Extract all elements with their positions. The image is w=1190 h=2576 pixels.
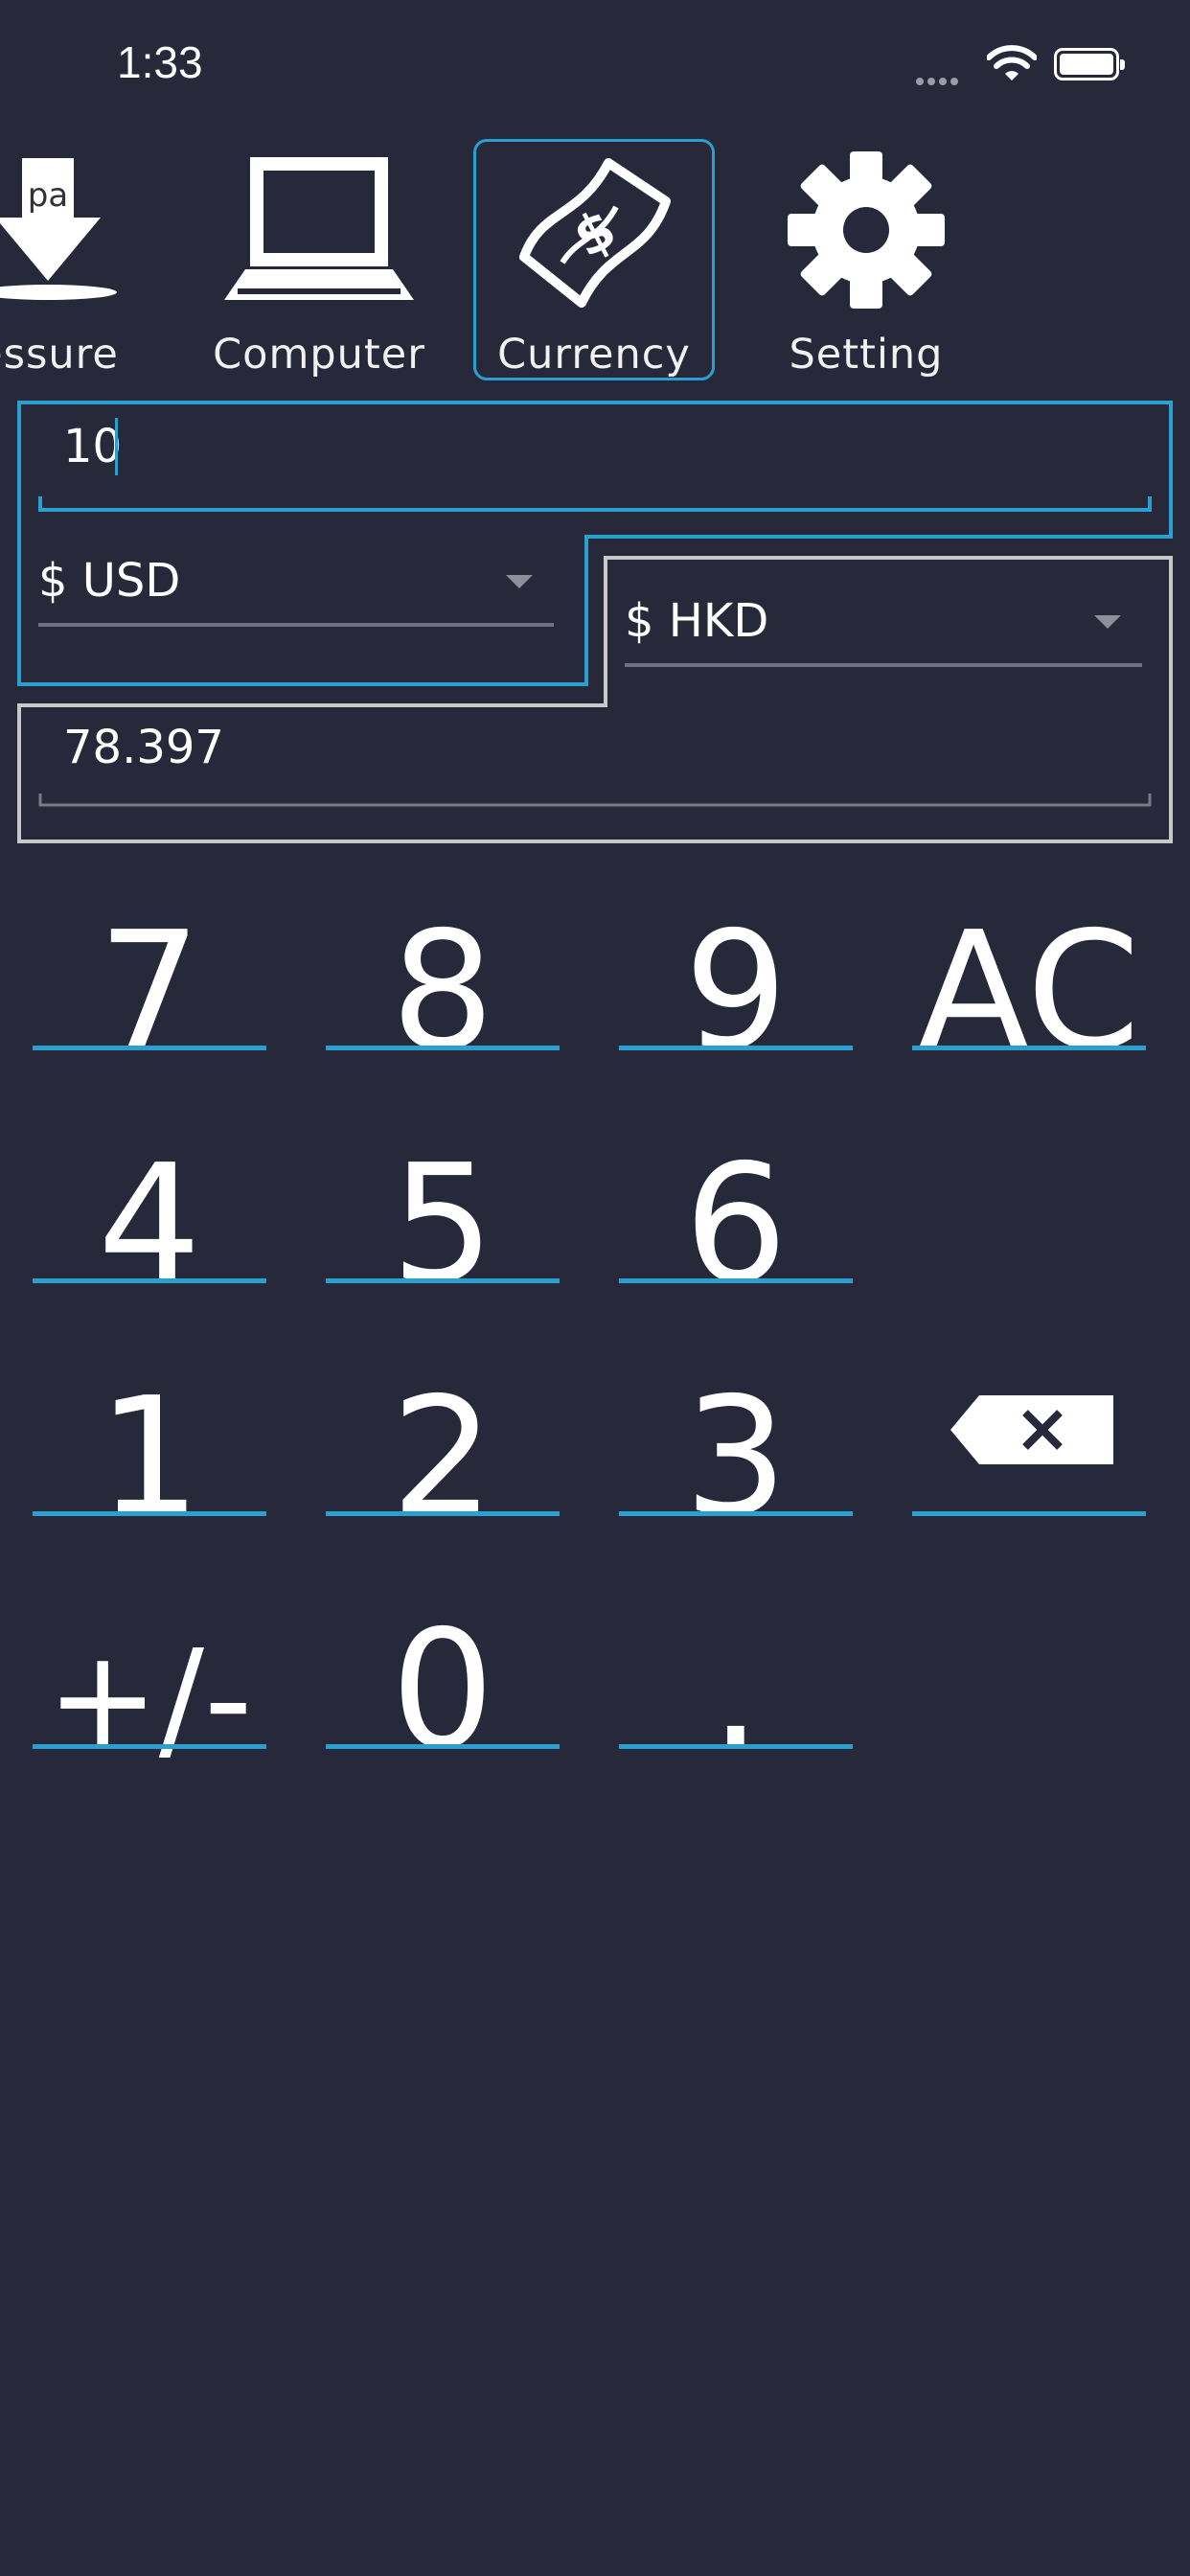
tab-label: Computer <box>213 331 425 379</box>
tab-pressure[interactable]: pa essure <box>0 139 163 380</box>
key-decimal[interactable]: . <box>619 1609 853 1772</box>
key-1[interactable]: 1 <box>33 1376 266 1539</box>
gear-icon <box>751 149 981 311</box>
text-caret <box>115 418 118 475</box>
tab-label: Setting <box>789 331 944 379</box>
tab-currency[interactable]: $ Currency <box>473 139 715 380</box>
tab-label: Currency <box>497 331 691 379</box>
from-currency-underline <box>38 623 554 627</box>
key-4[interactable]: 4 <box>33 1143 266 1306</box>
wifi-icon <box>987 45 1037 80</box>
key-backspace[interactable] <box>912 1376 1146 1516</box>
key-5[interactable]: 5 <box>326 1143 560 1306</box>
key-6[interactable]: 6 <box>619 1143 853 1306</box>
status-time: 1:33 <box>117 37 203 87</box>
key-0[interactable]: 0 <box>326 1609 560 1772</box>
tab-setting[interactable]: Setting <box>751 139 981 380</box>
tab-computer[interactable]: Computer <box>199 139 439 380</box>
money-bill-icon: $ <box>476 151 712 314</box>
key-7[interactable]: 7 <box>33 910 266 1073</box>
battery-icon <box>1054 48 1125 80</box>
to-currency-underline <box>625 663 1142 667</box>
key-label: +/- <box>46 1622 253 1778</box>
tab-label: essure <box>0 331 119 379</box>
pressure-icon: pa <box>0 149 163 311</box>
amount-input[interactable]: 10 <box>63 420 122 473</box>
key-2[interactable]: 2 <box>326 1376 560 1539</box>
signal-icon <box>916 71 962 89</box>
laptop-icon <box>199 149 439 311</box>
result-output: 78.397 <box>63 721 224 774</box>
from-currency-select[interactable]: $ USD <box>38 554 180 608</box>
key-plus-minus[interactable]: +/- <box>33 1609 266 1778</box>
backspace-icon <box>950 1395 1113 1464</box>
key-3[interactable]: 3 <box>619 1376 853 1539</box>
chevron-down-icon[interactable] <box>506 575 533 588</box>
key-8[interactable]: 8 <box>326 910 560 1073</box>
chevron-down-icon[interactable] <box>1094 615 1121 629</box>
to-currency-select[interactable]: $ HKD <box>625 594 768 648</box>
pressure-icon-text: pa <box>28 176 68 215</box>
key-clear[interactable]: AC <box>912 910 1146 1073</box>
key-9[interactable]: 9 <box>619 910 853 1073</box>
